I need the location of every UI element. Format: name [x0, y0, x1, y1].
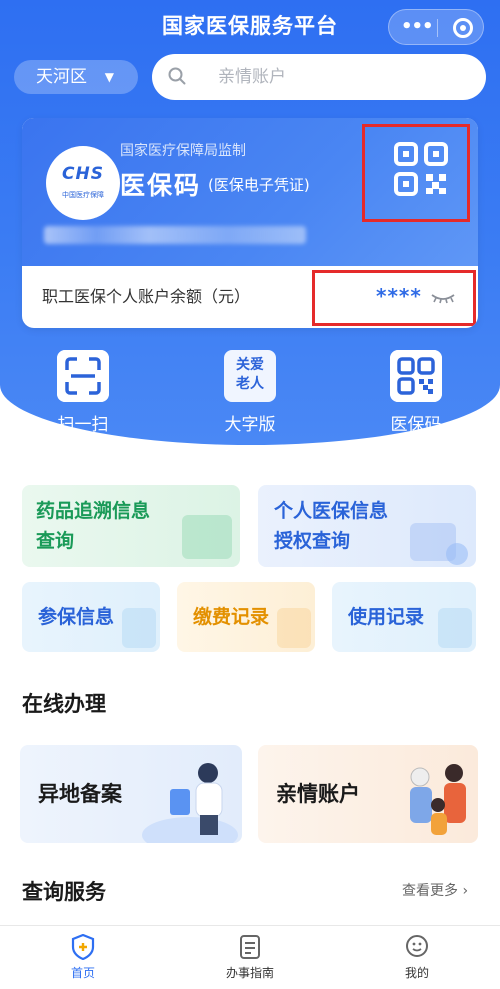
tile-insured-info[interactable]: 参保信息 [22, 582, 160, 652]
tile-insured-info-label: 参保信息 [38, 606, 115, 628]
care-elderly-icon: 关爱 老人 [224, 350, 276, 402]
doc-icon [438, 608, 472, 648]
medical-insurance-code-card[interactable]: CHS 中国医疗保障 国家医疗保障局监制 医保码 (医保电子凭证) 职工医保个人… [22, 118, 478, 328]
eye-closed-icon[interactable] [430, 292, 456, 304]
section-title-online: 在线办理 [22, 692, 106, 716]
tab-label: 我的 [404, 966, 429, 980]
capsule-divider [437, 19, 438, 37]
search-bar[interactable]: 亲情账户 [152, 54, 486, 100]
search-icon [168, 67, 186, 85]
doc-icon [122, 608, 156, 648]
view-more-link[interactable]: 查看更多 › [402, 880, 468, 900]
card-remote-filing-label: 异地备案 [38, 782, 122, 806]
bottom-tab-bar: 首页 办事指南 我的 [0, 925, 500, 989]
card-title: 医保码 [120, 171, 202, 200]
miniapp-capsule[interactable]: ••• [388, 9, 484, 45]
guide-doc-icon [240, 935, 260, 959]
profile-icon [406, 935, 428, 957]
qr-code-icon[interactable] [394, 142, 448, 196]
card-family-account-label: 亲情账户 [276, 782, 360, 806]
search-placeholder: 亲情账户 [218, 67, 286, 87]
person-illustration-icon [142, 763, 238, 843]
tile-usage-record[interactable]: 使用记录 [332, 582, 476, 652]
tile-drug-trace-label: 药品追溯信息 查询 [36, 500, 151, 552]
tile-usage-record-label: 使用记录 [348, 606, 425, 628]
card-remote-filing[interactable]: 异地备案 [20, 745, 242, 843]
masked-id-number [44, 226, 306, 244]
tab-label: 办事指南 [225, 966, 274, 980]
receipt-icon [277, 608, 311, 648]
quick-action-label: 大字版 [224, 415, 276, 435]
tile-personal-auth-label: 个人医保信息 授权查询 [274, 500, 389, 552]
region-label: 天河区 [36, 67, 87, 87]
qr-code-icon [390, 350, 442, 402]
family-illustration-icon [410, 764, 466, 835]
scan-icon [57, 350, 109, 402]
tile-personal-auth[interactable]: 个人医保信息 授权查询 [258, 485, 476, 567]
tab-mine[interactable]: 我的 [334, 926, 500, 989]
section-title-query: 查询服务 [22, 880, 106, 904]
caret-down-icon: ▼ [104, 70, 114, 84]
target-icon[interactable] [453, 18, 473, 38]
check-badge-icon [446, 543, 468, 565]
quick-action-label: 医保码 [390, 415, 442, 435]
document-icon [182, 515, 232, 559]
tile-payment-record-label: 缴费记录 [193, 606, 270, 628]
more-dots-icon[interactable]: ••• [401, 18, 434, 36]
tab-home[interactable]: 首页 [0, 926, 166, 989]
tile-payment-record[interactable]: 缴费记录 [177, 582, 315, 652]
card-subtitle: (医保电子凭证) [208, 176, 310, 194]
region-selector[interactable]: 天河区 ▼ [14, 60, 138, 94]
balance-masked-value: **** [376, 284, 422, 308]
care-icon-text: 关爱 老人 [236, 357, 264, 392]
home-shield-icon [71, 934, 95, 960]
balance-label: 职工医保个人账户余额（元） [42, 287, 251, 306]
tab-label: 首页 [70, 966, 95, 980]
chs-logo: CHS 中国医疗保障 [46, 146, 120, 220]
supervise-text: 国家医疗保障局监制 [120, 143, 246, 159]
logo-subtext: 中国医疗保障 [62, 191, 104, 199]
logo-text: CHS [62, 164, 104, 184]
quick-action-label: 扫一扫 [57, 415, 109, 435]
card-family-account[interactable]: 亲情账户 [258, 745, 478, 843]
tile-drug-trace[interactable]: 药品追溯信息 查询 [22, 485, 240, 567]
tab-guide[interactable]: 办事指南 [167, 926, 333, 989]
